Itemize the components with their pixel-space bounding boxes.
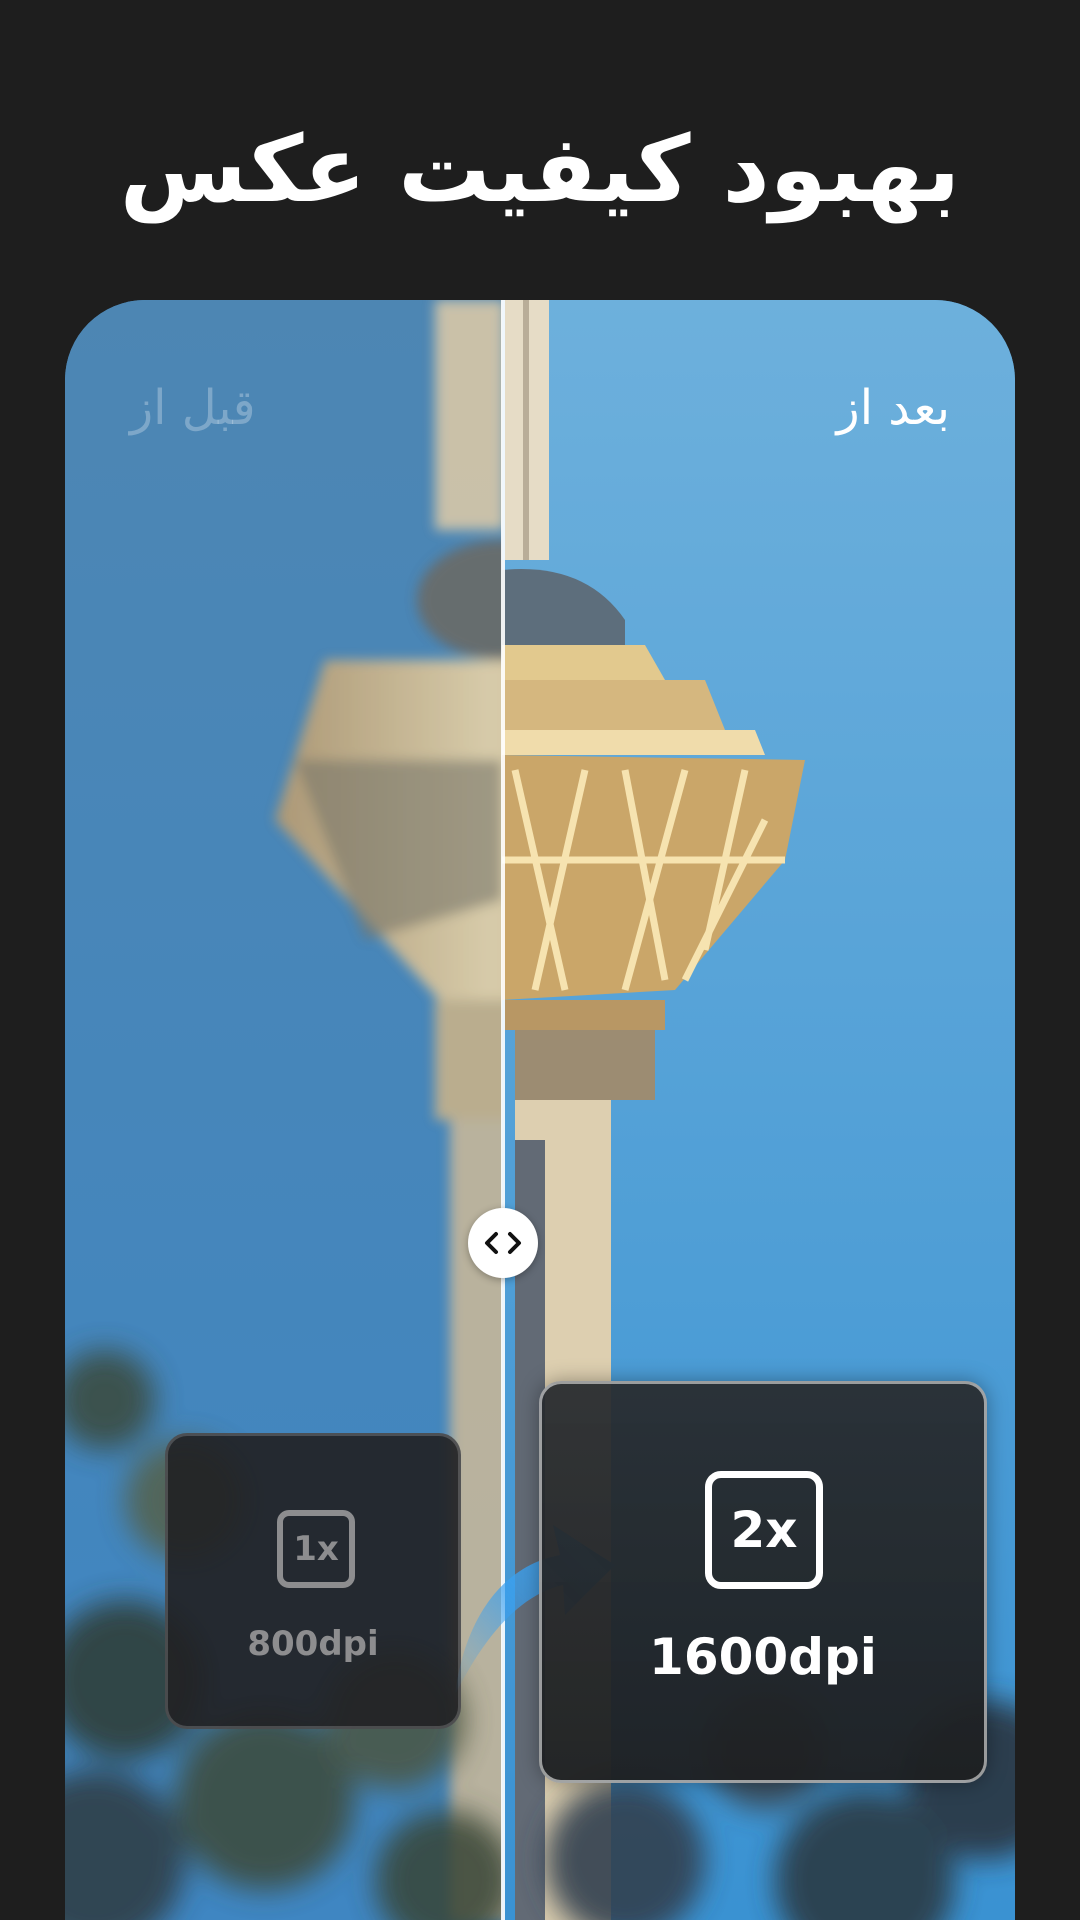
page-title: بهبود کیفیت عکس: [119, 116, 961, 223]
left-right-arrows-icon: [485, 1232, 521, 1254]
scale-2x-icon: 2x: [705, 1471, 823, 1589]
after-resolution-badge: 2x 1600dpi: [539, 1381, 987, 1783]
screen: بهبود کیفیت عکس قبل از بعد از 1x 800dpi …: [0, 0, 1080, 1920]
before-after-comparison[interactable]: قبل از بعد از 1x 800dpi 2x 1600dpi: [65, 300, 1015, 1920]
comparison-slider-handle[interactable]: [468, 1208, 538, 1278]
scale-1x-icon: 1x: [277, 1510, 355, 1588]
before-label: قبل از: [130, 380, 256, 436]
after-label: بعد از: [836, 380, 950, 436]
after-dpi: 1600dpi: [649, 1628, 877, 1686]
